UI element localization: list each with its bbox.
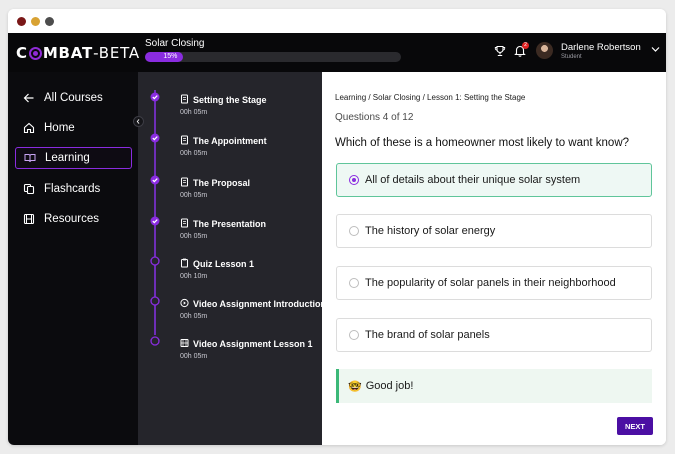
answer-option[interactable]: The popularity of solar panels in their … bbox=[336, 266, 652, 300]
sidebar-item-label: Learning bbox=[45, 152, 90, 164]
answer-label: The popularity of solar panels in their … bbox=[365, 277, 616, 289]
answer-option[interactable]: The history of solar energy bbox=[336, 214, 652, 248]
course-title: Solar Closing bbox=[145, 38, 205, 49]
logo-suffix: -BETA bbox=[93, 44, 140, 62]
radio-icon[interactable] bbox=[349, 226, 359, 236]
nerd-face-icon: 🤓 bbox=[348, 380, 362, 393]
step-pending-icon bbox=[150, 336, 160, 346]
lesson-duration: 00h 05m bbox=[180, 313, 208, 320]
app-header: C MBAT -BETA Solar Closing 15% 2 Darlene… bbox=[8, 33, 666, 72]
logo-rest: MBAT bbox=[42, 44, 94, 62]
progress-label: 15% bbox=[163, 53, 178, 60]
step-completed-icon bbox=[150, 92, 160, 102]
lesson-duration: 00h 05m bbox=[180, 109, 208, 116]
sidebar-item-learning[interactable]: Learning bbox=[15, 147, 132, 169]
radio-icon[interactable] bbox=[349, 330, 359, 340]
brand-logo[interactable]: C MBAT -BETA bbox=[16, 44, 140, 62]
lesson-title-text: The Proposal bbox=[193, 178, 251, 188]
user-name[interactable]: Darlene Robertson bbox=[561, 42, 641, 53]
video-icon bbox=[180, 298, 189, 308]
close-window-dot[interactable] bbox=[17, 17, 26, 26]
arrow-left-icon bbox=[23, 93, 34, 103]
lesson-duration: 00h 05m bbox=[180, 233, 208, 240]
lesson-duration: 00h 05m bbox=[180, 353, 208, 360]
answer-label: The history of solar energy bbox=[365, 225, 496, 237]
trophy-icon[interactable] bbox=[494, 45, 506, 57]
page-icon bbox=[181, 135, 188, 145]
chevron-down-icon[interactable] bbox=[651, 46, 660, 53]
lesson-duration: 00h 05m bbox=[180, 192, 208, 199]
sidebar-item-label: All Courses bbox=[44, 92, 103, 104]
lesson-title-text: The Presentation bbox=[193, 219, 267, 229]
home-icon bbox=[23, 122, 35, 134]
book-icon bbox=[24, 154, 36, 163]
feedback-message: 🤓 Good job! bbox=[336, 369, 652, 403]
answer-option[interactable]: All of details about their unique solar … bbox=[336, 163, 652, 197]
lesson-title-text: Quiz Lesson 1 bbox=[193, 259, 255, 269]
lesson-duration: 00h 10m bbox=[180, 273, 208, 280]
lesson-item-title[interactable]: Quiz Lesson 1 bbox=[180, 258, 254, 269]
lesson-item-title[interactable]: The Presentation bbox=[180, 218, 266, 229]
sidebar-item-flashcards[interactable]: Flashcards bbox=[15, 178, 132, 200]
step-completed-icon bbox=[150, 216, 160, 226]
collapse-sidebar-icon[interactable] bbox=[133, 116, 144, 127]
sidebar-item-resources[interactable]: Resources bbox=[15, 208, 132, 230]
lesson-item-title[interactable]: The Proposal bbox=[180, 177, 250, 188]
flashcards-icon bbox=[23, 183, 35, 195]
sidebar-item-all-courses[interactable]: All Courses bbox=[15, 87, 132, 109]
lesson-item-title[interactable]: Video Assignment Lesson 1 bbox=[180, 338, 313, 349]
lesson-item-title[interactable]: Video Assignment Introduction bbox=[180, 298, 326, 309]
radio-icon[interactable] bbox=[349, 278, 359, 288]
answer-label: The brand of solar panels bbox=[365, 329, 490, 341]
maximize-window-dot[interactable] bbox=[45, 17, 54, 26]
page-icon bbox=[181, 177, 188, 187]
sidebar-item-label: Flashcards bbox=[44, 183, 101, 195]
window-titlebar bbox=[8, 9, 666, 33]
user-role: Student bbox=[561, 54, 582, 60]
film-icon bbox=[180, 339, 189, 347]
page-icon bbox=[181, 94, 188, 104]
resources-icon bbox=[23, 213, 35, 225]
lesson-title-text: Setting the Stage bbox=[193, 95, 267, 105]
next-button[interactable]: NEXT bbox=[617, 417, 653, 435]
question-count: Questions 4 of 12 bbox=[335, 112, 414, 123]
sidebar-item-label: Home bbox=[44, 122, 75, 134]
page-icon bbox=[181, 218, 188, 228]
lesson-title-text: Video Assignment Lesson 1 bbox=[193, 339, 313, 349]
lesson-title-text: Video Assignment Introduction bbox=[193, 299, 327, 309]
sidebar-item-home[interactable]: Home bbox=[15, 117, 132, 139]
breadcrumb[interactable]: Learning / Solar Closing / Lesson 1: Set… bbox=[335, 93, 525, 102]
sidebar-item-label: Resources bbox=[44, 213, 99, 225]
logo-c: C bbox=[16, 44, 28, 62]
sidebar: All Courses Home Learning Flashcards Res… bbox=[8, 72, 138, 445]
lesson-title-text: The Appointment bbox=[193, 136, 267, 146]
step-pending-icon bbox=[150, 256, 160, 266]
step-completed-icon bbox=[150, 175, 160, 185]
quiz-panel: Learning / Solar Closing / Lesson 1: Set… bbox=[322, 72, 666, 445]
step-pending-icon bbox=[150, 296, 160, 306]
feedback-text: Good job! bbox=[365, 380, 414, 392]
question-text: Which of these is a homeowner most likel… bbox=[335, 137, 630, 149]
minimize-window-dot[interactable] bbox=[31, 17, 40, 26]
answer-option[interactable]: The brand of solar panels bbox=[336, 318, 652, 352]
logo-o-icon bbox=[28, 46, 42, 60]
lesson-item-title[interactable]: Setting the Stage bbox=[180, 94, 267, 105]
lesson-duration: 00h 05m bbox=[180, 150, 208, 157]
notification-badge: 2 bbox=[522, 42, 529, 49]
app-window: C MBAT -BETA Solar Closing 15% 2 Darlene… bbox=[8, 9, 666, 445]
course-progress-bar: 15% bbox=[145, 52, 401, 62]
progress-fill: 15% bbox=[145, 52, 184, 62]
step-completed-icon bbox=[150, 133, 160, 143]
lesson-item-title[interactable]: The Appointment bbox=[180, 135, 267, 146]
clipboard-icon bbox=[181, 258, 188, 268]
lesson-list: Setting the Stage 00h 05m The Appointment 0… bbox=[138, 72, 326, 445]
radio-selected-icon[interactable] bbox=[349, 175, 359, 185]
avatar[interactable] bbox=[536, 42, 553, 59]
answer-label: All of details about their unique solar … bbox=[365, 174, 581, 186]
